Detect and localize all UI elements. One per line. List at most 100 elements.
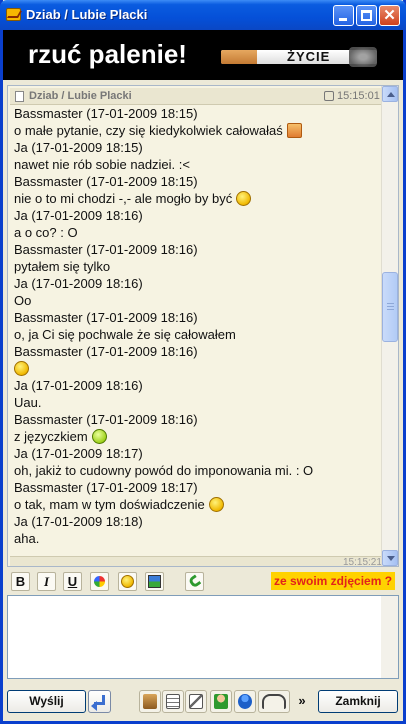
chat-line (14, 360, 380, 377)
cigarette-filter (221, 50, 257, 64)
chat-line-text: Ja (17-01-2009 18:16) (14, 276, 143, 291)
chat-line-text: o, ja Ci się pochwale że się całowałem (14, 327, 236, 342)
message-input[interactable] (7, 595, 399, 679)
chat-line: Oo (14, 292, 380, 309)
chat-line-text: Bassmaster (17-01-2009 18:16) (14, 242, 198, 257)
chat-line: Bassmaster (17-01-2009 18:16) (14, 411, 380, 428)
chat-line-text: Bassmaster (17-01-2009 18:15) (14, 106, 198, 121)
chat-line-text: Ja (17-01-2009 18:17) (14, 446, 143, 461)
message-list: Bassmaster (17-01-2009 18:15) o małe pyta… (14, 105, 380, 547)
minimize-icon (339, 18, 347, 21)
text-color-button[interactable] (90, 572, 109, 591)
chat-line-text: Bassmaster (17-01-2009 18:16) (14, 344, 198, 359)
chat-line: Ja (17-01-2009 18:16) (14, 275, 380, 292)
format-toolbar: B I U ze swoim zdjęciem ? (7, 569, 399, 593)
grin-icon (14, 361, 29, 376)
archive-button[interactable] (139, 690, 161, 713)
chat-line: pytałem się tylko (14, 258, 380, 275)
chat-line-text: oh, jakiż to cudowny powód do imponowani… (14, 463, 314, 478)
chat-line-text: Ja (17-01-2009 18:15) (14, 140, 143, 155)
book-icon (143, 694, 157, 709)
maximize-button[interactable] (356, 5, 377, 26)
send-file-button[interactable] (185, 690, 207, 713)
chat-line: Bassmaster (17-01-2009 18:17) (14, 479, 380, 496)
confused-box-icon (286, 123, 302, 138)
notes-button[interactable] (162, 690, 184, 713)
chat-line: z języczkiem (14, 428, 380, 445)
chat-line: Ja (17-01-2009 18:16) (14, 377, 380, 394)
maximize-icon (361, 10, 372, 21)
window-title: Dziab / Lubie Placki (26, 7, 148, 22)
chat-line-text: Bassmaster (17-01-2009 18:16) (14, 412, 198, 427)
scroll-down-button[interactable] (382, 550, 398, 566)
chat-line-text: Ja (17-01-2009 18:18) (14, 514, 143, 529)
add-contact-button[interactable] (210, 690, 232, 713)
chat-line: Ja (17-01-2009 18:16) (14, 207, 380, 224)
emoticon-button[interactable] (118, 572, 137, 591)
conversation-time: 15:15:01 (337, 90, 380, 102)
enter-sends-toggle[interactable] (88, 690, 111, 713)
cigarette-label: ŻYCIE (287, 49, 331, 64)
chat-line: a o co? : O (14, 224, 380, 241)
chat-line: aha. (14, 530, 380, 547)
photo-promo-link[interactable]: ze swoim zdjęciem ? (271, 572, 396, 590)
scroll-thumb[interactable] (382, 272, 398, 342)
next-conversation-header: 15:15:21 (10, 556, 382, 567)
close-window-button[interactable]: ✕ (379, 5, 400, 26)
headphones-icon (262, 694, 286, 709)
user-info-button[interactable] (234, 690, 256, 713)
ad-banner[interactable]: rzuć palenie! ŻYCIE (3, 30, 403, 80)
chat-line: Ja (17-01-2009 18:17) (14, 445, 380, 462)
chat-line: Ja (17-01-2009 18:18) (14, 513, 380, 530)
enter-arrowhead-icon (91, 701, 97, 711)
italic-button[interactable]: I (37, 572, 56, 591)
green-tongue-icon (91, 429, 107, 444)
radio-button[interactable] (258, 690, 290, 713)
clock-icon (324, 91, 334, 101)
chat-line-text: Ja (17-01-2009 18:16) (14, 378, 143, 393)
input-scrollbar[interactable] (381, 596, 398, 678)
bold-button[interactable]: B (11, 572, 30, 591)
envelope-icon (6, 8, 21, 21)
chat-line: o tak, mam w tym doświadczenie (14, 496, 380, 513)
voice-call-button[interactable] (185, 572, 204, 591)
cigarette-image: ŻYCIE (221, 47, 377, 67)
scroll-up-button[interactable] (382, 86, 398, 102)
vertical-scrollbar[interactable] (381, 86, 398, 566)
insert-image-button[interactable] (145, 572, 164, 591)
arrow-down-icon (387, 556, 395, 561)
message-history[interactable]: Dziab / Lubie Placki 15:15:01 Bassmaster… (7, 85, 399, 567)
chat-line: oh, jakiż to cudowny powód do imponowani… (14, 462, 380, 479)
chat-line: Ja (17-01-2009 18:15) (14, 139, 380, 156)
picture-icon (148, 575, 161, 588)
close-icon: ✕ (383, 7, 396, 24)
minimize-button[interactable] (333, 5, 354, 26)
smiley-icon (121, 575, 134, 588)
chat-line: nawet nie rób sobie nadziei. :< (14, 156, 380, 173)
file-send-icon (189, 694, 203, 709)
title-bar[interactable]: Dziab / Lubie Placki ✕ (0, 0, 406, 30)
chat-line-text: Oo (14, 293, 32, 308)
chat-line-text: o małe pytanie, czy się kiedykolwiek cał… (14, 123, 283, 138)
chat-line-text: Ja (17-01-2009 18:16) (14, 208, 143, 223)
more-tools-button[interactable]: » (294, 690, 310, 713)
grip-line (387, 303, 394, 304)
conversation-header: Dziab / Lubie Placki 15:15:01 (10, 88, 381, 105)
chat-line-text: Uau. (14, 395, 42, 410)
next-conversation-time: 15:15:21 (343, 557, 382, 567)
chat-line: nie o to mi chodzi -,- ale mogło by być (14, 190, 380, 207)
chat-line: Bassmaster (17-01-2009 18:16) (14, 343, 380, 360)
notepad-icon (166, 694, 180, 709)
chat-line-text: nawet nie rób sobie nadziei. :< (14, 157, 190, 172)
chat-line-text: Bassmaster (17-01-2009 18:15) (14, 174, 198, 189)
chat-line-text: z języczkiem (14, 429, 88, 444)
chat-line: o, ja Ci się pochwale że się całowałem (14, 326, 380, 343)
chat-line-text: o tak, mam w tym doświadczenie (14, 497, 205, 512)
underline-button[interactable]: U (63, 572, 82, 591)
chat-line-text: Bassmaster (17-01-2009 18:16) (14, 310, 198, 325)
close-button[interactable]: Zamknij (318, 690, 398, 713)
banner-text: rzuć palenie! (28, 39, 187, 69)
chat-line: Uau. (14, 394, 380, 411)
color-palette-icon (94, 576, 105, 587)
send-button[interactable]: Wyślij (7, 690, 86, 713)
